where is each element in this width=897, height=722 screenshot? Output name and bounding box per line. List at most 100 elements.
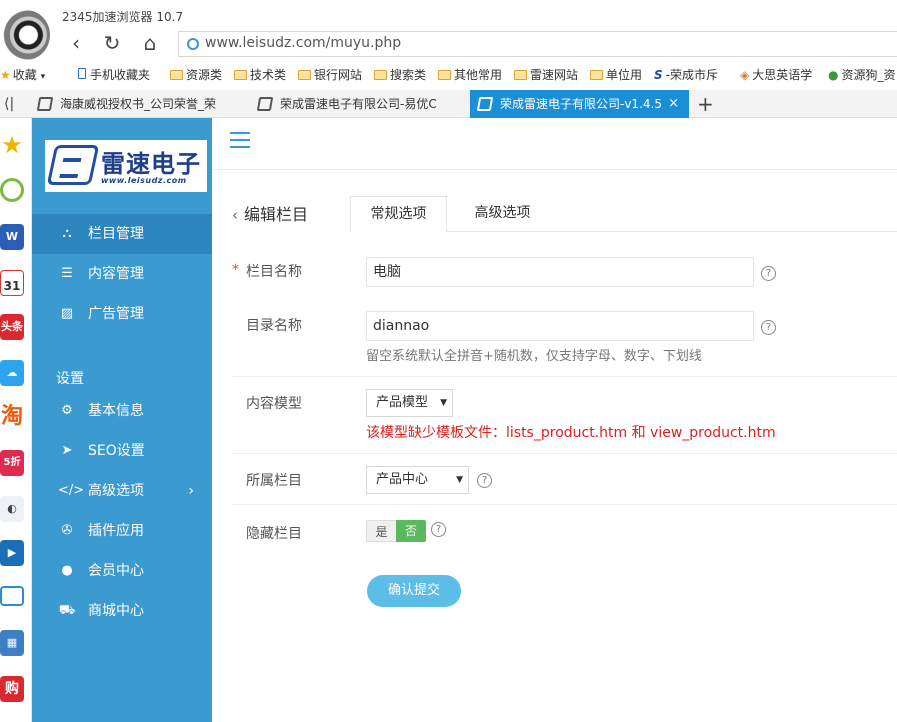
toutiao-news-icon[interactable]: 头条 bbox=[0, 314, 24, 340]
bookmark-site[interactable]: S -荣成市斥 bbox=[654, 66, 718, 84]
content-model-warning: 该模型缺少模板文件：lists_product.htm 和 view_produ… bbox=[366, 425, 776, 441]
bookmark-folder[interactable]: 单位用 bbox=[590, 66, 642, 84]
browser-tab-active[interactable]: 荣成雷速电子有限公司-v1.4.5 × bbox=[470, 90, 689, 118]
folder-icon bbox=[374, 70, 387, 80]
chevron-down-icon: ▾ bbox=[40, 72, 46, 82]
sidebar-item-basic-info[interactable]: ⚙ 基本信息 bbox=[32, 391, 212, 431]
sidebar-item-advanced[interactable]: </> 高级选项 › bbox=[32, 471, 212, 511]
help-icon[interactable]: ? bbox=[477, 473, 492, 488]
chevron-down-icon: ▼ bbox=[456, 475, 463, 485]
gear-icon: ⚙ bbox=[61, 403, 73, 418]
column-name-input[interactable]: 电脑 bbox=[366, 257, 754, 287]
security-shield-icon bbox=[187, 38, 199, 50]
bookmark-folder[interactable]: 银行网站 bbox=[298, 66, 362, 84]
taobao-icon[interactable]: 淘 bbox=[0, 404, 24, 430]
folder-icon bbox=[234, 70, 247, 80]
hidden-column-label: 隐藏栏目 bbox=[246, 526, 302, 542]
browser-title: 2345加速浏览器 10.7 bbox=[62, 10, 184, 24]
submit-button[interactable]: 确认提交 bbox=[367, 575, 461, 607]
help-icon[interactable]: ? bbox=[431, 522, 446, 537]
column-name-label: 栏目名称 bbox=[246, 264, 302, 280]
sidebar-item-plugins[interactable]: ✇ 插件应用 bbox=[32, 511, 212, 551]
close-tab-icon[interactable]: × bbox=[668, 90, 679, 118]
dog-icon: ● bbox=[828, 68, 839, 82]
video-player-icon[interactable]: ▶ bbox=[0, 540, 24, 566]
puzzle-icon: ✇ bbox=[61, 523, 73, 538]
browser-tab[interactable]: 荣成雷速电子有限公司-易优C bbox=[250, 90, 470, 118]
help-icon[interactable]: ? bbox=[761, 266, 776, 281]
shopping-icon[interactable]: 购 bbox=[0, 676, 24, 702]
sidebar-item-content-management[interactable]: ☰ 内容管理 bbox=[32, 254, 212, 294]
row-divider bbox=[232, 504, 897, 505]
logo-mark-icon bbox=[46, 145, 100, 185]
folder-icon bbox=[298, 70, 311, 80]
main-content: ‹ 编辑栏目 常规选项 高级选项 * 栏目名称 电脑 ? 目录名称 diannao… bbox=[212, 171, 897, 722]
calculator-icon[interactable]: ▦ bbox=[0, 630, 24, 656]
bookmark-mobile[interactable]: 手机收藏夹 bbox=[78, 66, 150, 84]
history-clock-icon[interactable] bbox=[0, 178, 24, 202]
chevron-left-icon: ‹ bbox=[232, 206, 238, 224]
address-bar[interactable]: www.leisudz.com/muyu.php bbox=[178, 31, 897, 57]
cms-topbar bbox=[212, 118, 897, 170]
sidebar-item-shop[interactable]: ⛟ 商城中心 bbox=[32, 591, 212, 631]
required-mark: * bbox=[232, 262, 239, 278]
folder-icon bbox=[590, 70, 603, 80]
back-icon[interactable]: ‹ bbox=[64, 32, 88, 54]
chevron-right-icon: › bbox=[188, 483, 194, 499]
folder-icon bbox=[170, 70, 183, 80]
list-icon: ☰ bbox=[61, 266, 73, 281]
weather-icon[interactable]: ☁ bbox=[0, 360, 24, 386]
star-icon: ★ bbox=[0, 68, 11, 82]
bookmark-site[interactable]: ◈ 大思英语学 bbox=[740, 66, 812, 84]
toggle-yes[interactable]: 是 bbox=[366, 520, 396, 542]
word-doc-icon[interactable]: W bbox=[0, 224, 24, 250]
new-tab-icon[interactable]: + bbox=[697, 90, 714, 118]
sidebar-item-column-management[interactable]: ⛬ 栏目管理 bbox=[32, 214, 212, 254]
content-model-label: 内容模型 bbox=[246, 396, 302, 412]
bookmark-folder[interactable]: 其他常用 bbox=[438, 66, 502, 84]
toggle-no[interactable]: 否 bbox=[396, 520, 426, 542]
browser-logo-icon bbox=[2, 10, 50, 60]
site-favicon-icon bbox=[36, 97, 54, 111]
sitemap-icon: ⛬ bbox=[62, 226, 72, 241]
dir-name-input[interactable]: diannao bbox=[366, 311, 754, 341]
bookmark-favorites[interactable]: ★ 收藏 ▾ bbox=[0, 66, 45, 84]
logo-name: 雷速电子 bbox=[101, 150, 201, 178]
calendar-icon[interactable]: 31 bbox=[0, 270, 24, 296]
back-link[interactable]: ‹ 编辑栏目 bbox=[232, 201, 308, 225]
menu-toggle-icon[interactable] bbox=[230, 132, 250, 150]
chevron-down-icon: ▼ bbox=[440, 398, 447, 408]
home-icon[interactable]: ⌂ bbox=[138, 32, 162, 54]
tab-advanced[interactable]: 高级选项 bbox=[454, 196, 551, 233]
bookmark-folder[interactable]: 技术类 bbox=[234, 66, 286, 84]
phone-icon bbox=[78, 68, 86, 79]
help-icon[interactable]: ? bbox=[761, 320, 776, 335]
site-logo[interactable]: 雷速电子 www.leisudz.com bbox=[45, 140, 207, 192]
sidebar-section-settings: 设置 bbox=[56, 371, 84, 387]
content-model-select[interactable]: 产品模型 ▼ bbox=[366, 389, 453, 417]
monitor-icon[interactable] bbox=[0, 586, 24, 606]
sidebar-item-members[interactable]: ● 会员中心 bbox=[32, 551, 212, 591]
discount-icon[interactable]: 5折 bbox=[0, 450, 24, 476]
bookmark-folder[interactable]: 资源类 bbox=[170, 66, 222, 84]
bookmark-site[interactable]: ● 资源狗_资 bbox=[828, 66, 896, 84]
tab-general[interactable]: 常规选项 bbox=[350, 196, 447, 233]
parent-column-select[interactable]: 产品中心 ▼ bbox=[366, 466, 469, 494]
parent-column-label: 所属栏目 bbox=[246, 473, 302, 489]
bookmark-folder[interactable]: 雷速网站 bbox=[514, 66, 578, 84]
url-text[interactable]: www.leisudz.com/muyu.php bbox=[205, 35, 401, 51]
hidden-column-toggle[interactable]: 是 否 bbox=[366, 520, 428, 542]
site-favicon-icon bbox=[256, 97, 274, 111]
game-controller-icon[interactable]: ◐ bbox=[0, 496, 24, 522]
row-divider bbox=[232, 376, 897, 377]
cart-icon: ⛟ bbox=[58, 603, 76, 618]
browser-tab[interactable]: 海康威视授权书_公司荣誉_荣 bbox=[30, 90, 252, 118]
bookmark-folder[interactable]: 搜索类 bbox=[374, 66, 426, 84]
sidebar-item-seo[interactable]: ➤ SEO设置 bbox=[32, 431, 212, 471]
sidebar-item-ad-management[interactable]: ▨ 广告管理 bbox=[32, 294, 212, 334]
browser-app-sidebar: ★ W 31 头条 ☁ 淘 5折 ◐ ▶ ▦ 购 bbox=[0, 118, 32, 722]
image-icon: ▨ bbox=[60, 306, 74, 321]
favorite-star-icon[interactable]: ★ bbox=[0, 132, 24, 158]
reload-icon[interactable]: ↻ bbox=[100, 32, 124, 54]
tab-scroll-left-icon[interactable]: ⟨| bbox=[4, 90, 14, 118]
